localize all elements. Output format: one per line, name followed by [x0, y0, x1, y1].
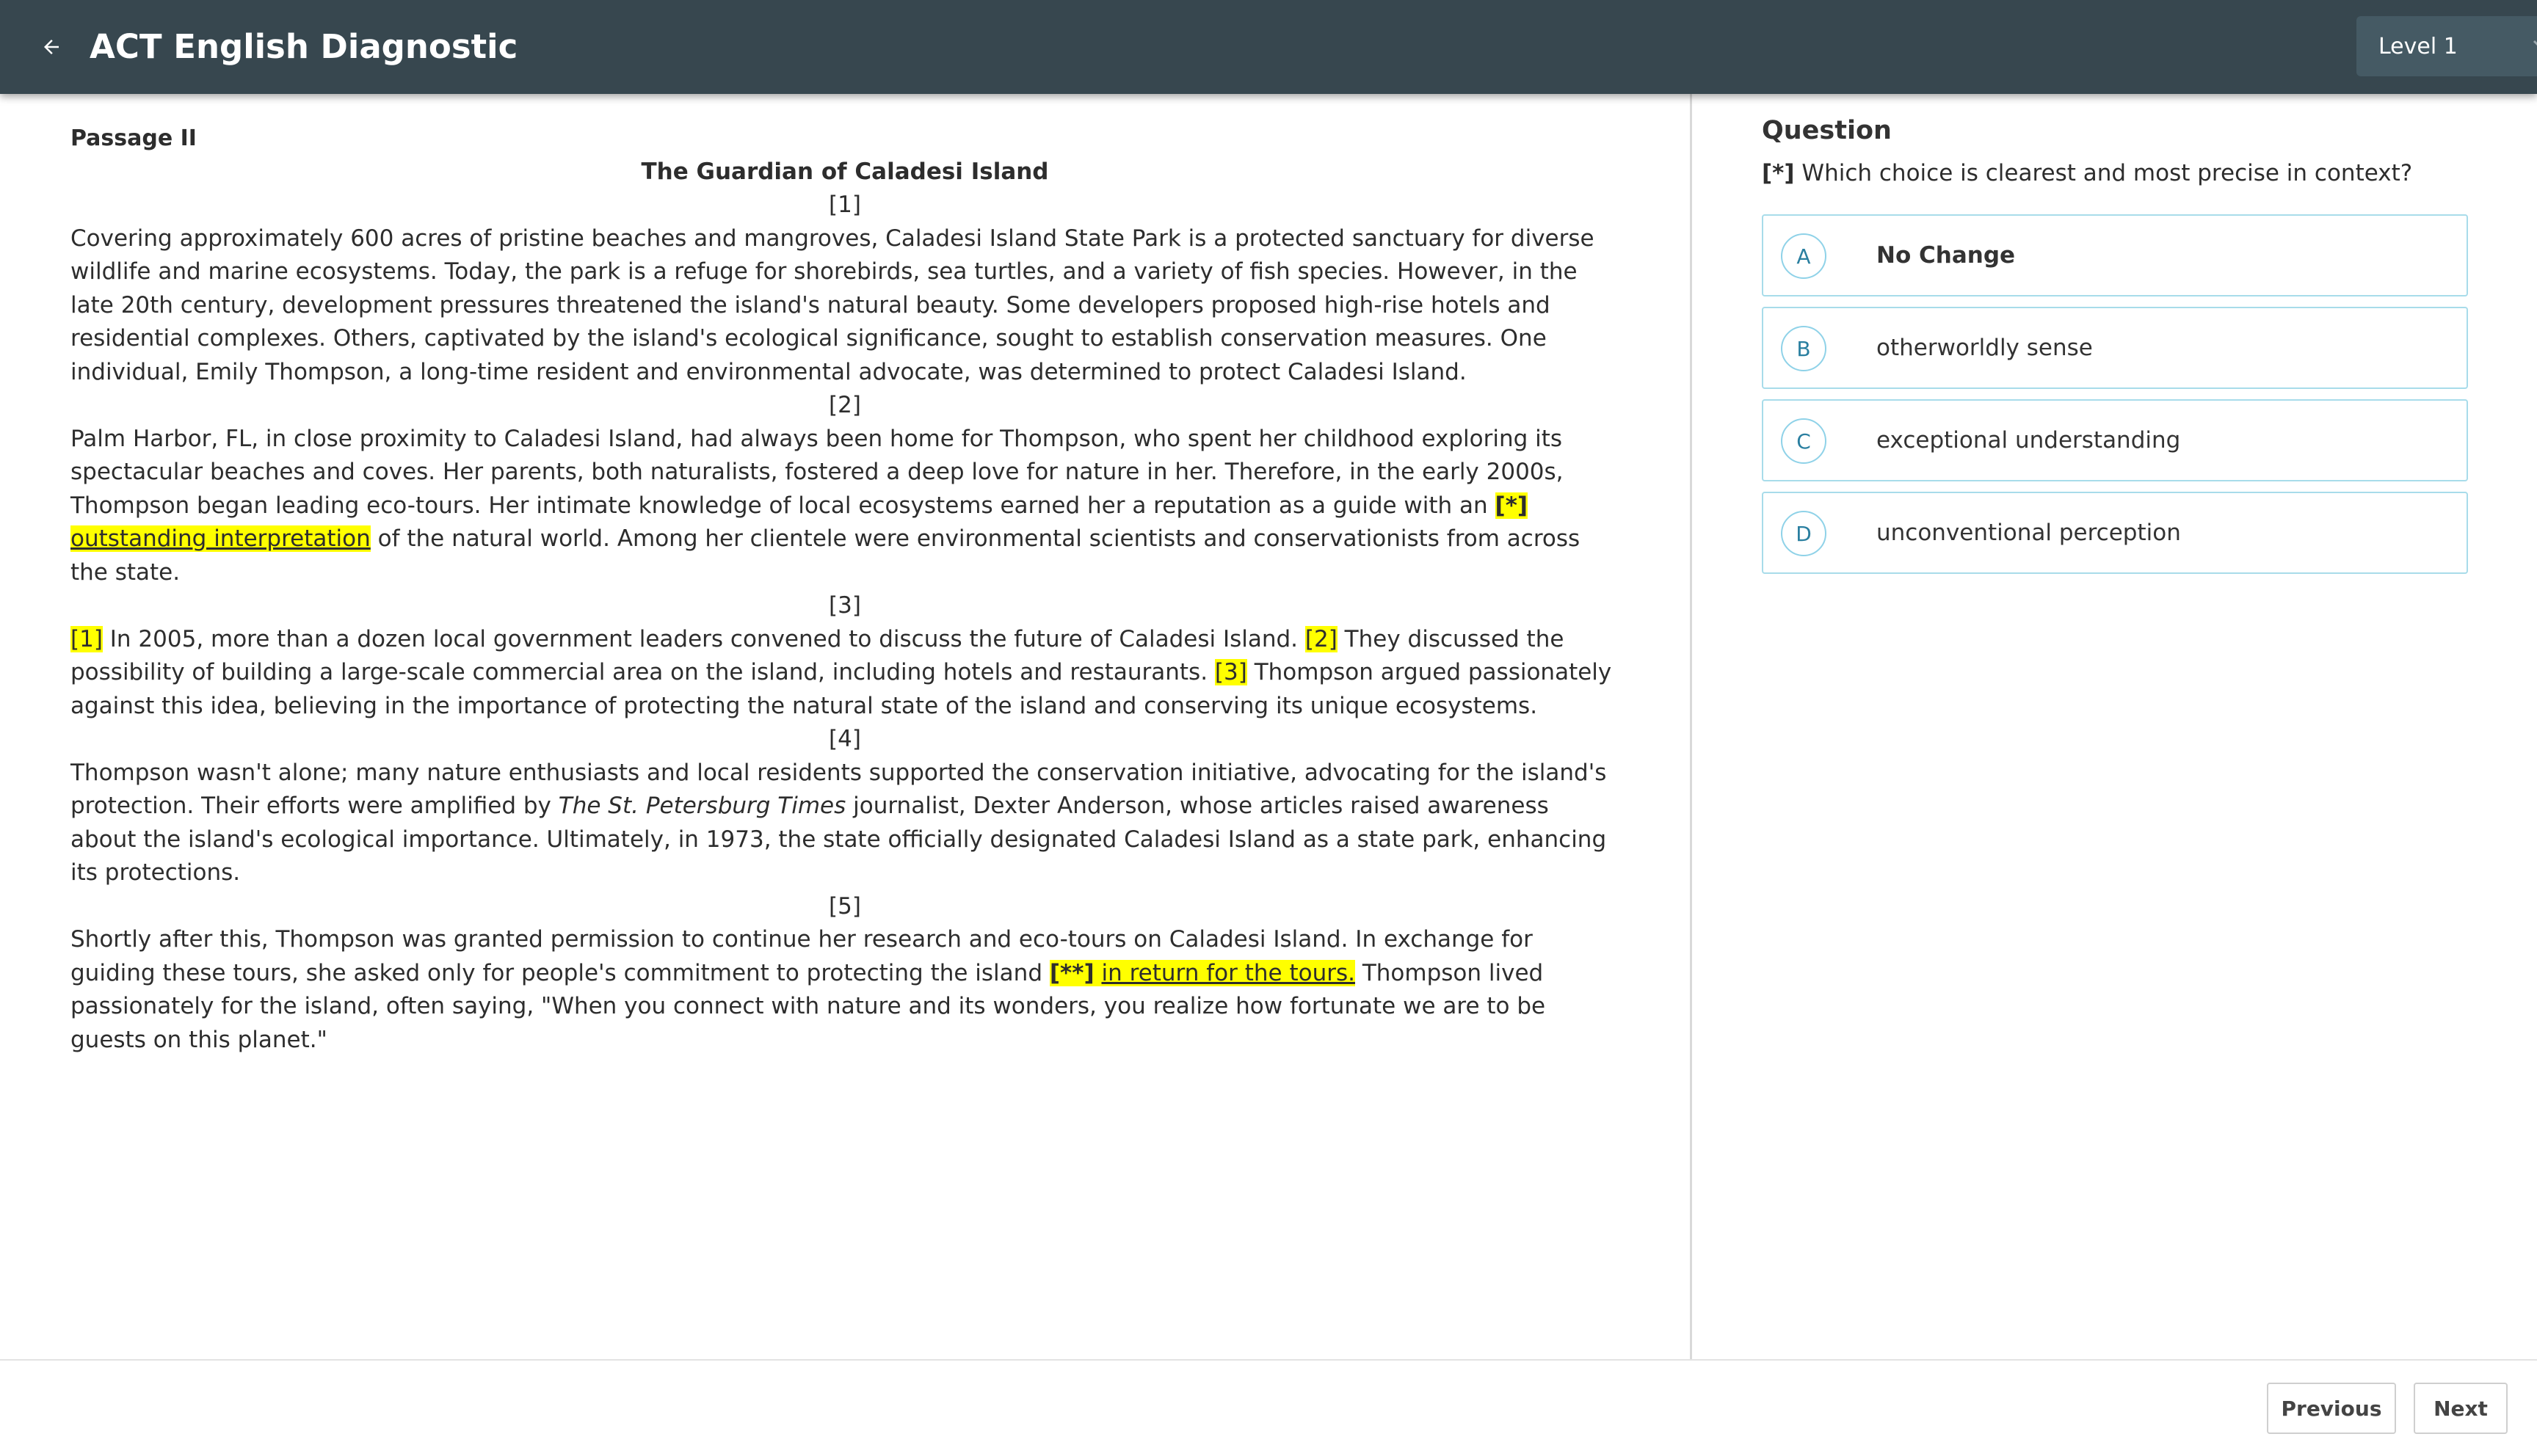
next-button[interactable]: Next	[2414, 1383, 2508, 1434]
paragraph-number: [3]	[829, 592, 861, 619]
page-title: ACT English Diagnostic	[90, 27, 518, 66]
footer-divider	[0, 1359, 2537, 1361]
choice-text: otherworldly sense	[1876, 335, 2093, 361]
sentence-marker[interactable]: [2]	[1304, 625, 1338, 652]
choice-d[interactable]: D unconventional perception	[1762, 492, 2468, 574]
passage-title: The Guardian of Caladesi Island	[641, 158, 1049, 185]
level-select[interactable]: Level 1	[2356, 16, 2537, 76]
choice-a[interactable]: A No Change	[1762, 214, 2468, 296]
question-tag: [*]	[1762, 160, 1795, 186]
paragraph-number: [1]	[829, 192, 861, 218]
paragraph-1: Covering approximately 600 acres of pris…	[70, 225, 1594, 385]
choice-b[interactable]: B otherworldly sense	[1762, 307, 2468, 389]
passage-label: Passage II	[70, 125, 197, 151]
passage-panel: Passage II The Guardian of Caladesi Isla…	[70, 117, 1619, 1057]
answer-choices: A No Change B otherworldly sense C excep…	[1762, 214, 2468, 584]
arrow-left-icon	[44, 40, 59, 54]
choice-letter: B	[1781, 326, 1826, 371]
choice-letter: C	[1781, 418, 1826, 464]
paragraph-number: [2]	[829, 392, 861, 418]
question-marker[interactable]: [**]	[1049, 959, 1095, 986]
paragraph-text: In 2005, more than a dozen local governm…	[102, 625, 1305, 652]
question-text: Which choice is clearest and most precis…	[1794, 160, 2413, 186]
choice-text: No Change	[1876, 242, 2016, 269]
newspaper-title: The St. Petersburg Times	[558, 793, 846, 819]
paragraph-text: Palm Harbor, FL, in close proximity to C…	[70, 425, 1564, 519]
choice-text: unconventional perception	[1876, 520, 2181, 546]
chevron-down-icon	[2533, 40, 2537, 46]
app-header: ACT English Diagnostic Level 1	[0, 0, 2537, 94]
question-marker[interactable]: [*]	[1495, 492, 1528, 519]
highlighted-phrase[interactable]: outstanding interpretation	[70, 525, 371, 552]
sentence-marker[interactable]: [1]	[70, 625, 103, 652]
question-prompt: [*] Which choice is clearest and most pr…	[1762, 160, 2412, 186]
previous-button[interactable]: Previous	[2267, 1383, 2396, 1434]
choice-text: exceptional understanding	[1876, 427, 2181, 454]
paragraph-2: Palm Harbor, FL, in close proximity to C…	[70, 423, 1619, 590]
choice-c[interactable]: C exceptional understanding	[1762, 399, 2468, 481]
pane-divider	[1690, 94, 1692, 1359]
level-select-value: Level 1	[2378, 33, 2458, 59]
question-heading: Question	[1762, 116, 1892, 145]
paragraph-3: [1] In 2005, more than a dozen local gov…	[70, 623, 1619, 724]
back-button[interactable]	[28, 23, 75, 70]
choice-letter: A	[1781, 233, 1826, 279]
sentence-marker[interactable]: [3]	[1214, 659, 1247, 685]
highlighted-phrase[interactable]: in return for the tours.	[1101, 959, 1355, 986]
paragraph-4: Thompson wasn't alone; many nature enthu…	[70, 757, 1619, 890]
paragraph-number: [5]	[829, 892, 861, 920]
paragraph-5: Shortly after this, Thompson was granted…	[70, 923, 1619, 1057]
choice-letter: D	[1781, 511, 1826, 556]
paragraph-number: [4]	[829, 726, 861, 752]
